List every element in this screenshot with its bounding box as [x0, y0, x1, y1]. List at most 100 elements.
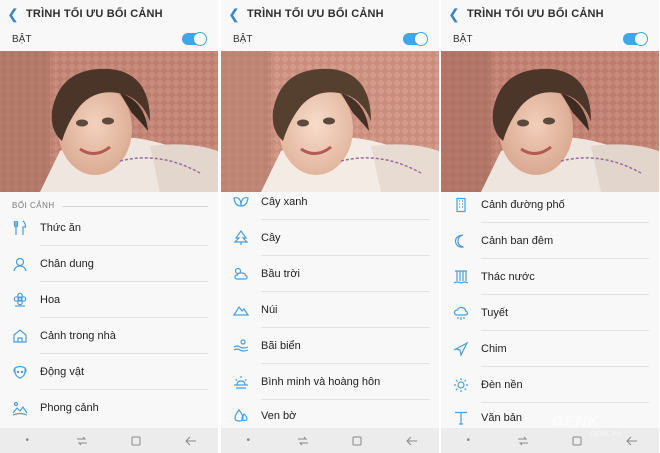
scene-item-sky[interactable]: Bầu trời — [221, 256, 439, 292]
item-label: Thức ăn — [40, 222, 81, 234]
app-header: ❮ TRÌNH TỐI ƯU BỐI CẢNH — [441, 0, 659, 28]
water-drop-icon — [231, 406, 251, 426]
recents-icon[interactable] — [513, 433, 533, 449]
android-nav-bar: • — [0, 428, 218, 453]
switch-knob[interactable] — [634, 32, 648, 46]
scene-item-portrait[interactable]: Chân dung — [0, 246, 218, 282]
item-label: Thác nước — [481, 271, 535, 283]
sky-icon — [231, 264, 251, 284]
item-label: Cây xanh — [261, 196, 308, 208]
section-label: BỐI CẢNH — [12, 201, 55, 210]
android-nav-bar: • — [221, 428, 439, 453]
scene-item-animal[interactable]: Động vật — [0, 354, 218, 390]
tree-icon — [231, 228, 251, 248]
preview-photo — [441, 51, 659, 192]
flower-icon — [10, 290, 30, 310]
item-label: Tuyết — [481, 307, 509, 319]
app-header: ❮ TRÌNH TỐI ƯU BỐI CẢNH — [0, 0, 218, 28]
master-toggle-row[interactable]: BẬT — [0, 28, 218, 50]
scene-item-food[interactable]: Thức ăn — [0, 210, 218, 246]
scene-item-waterfall[interactable]: Thác nước — [441, 259, 659, 295]
switch-knob[interactable] — [414, 32, 428, 46]
item-label: Phong cảnh — [40, 402, 99, 414]
back-arrow-icon[interactable] — [622, 433, 642, 449]
mountain-icon — [231, 300, 251, 320]
person-icon — [10, 254, 30, 274]
moon-icon — [451, 231, 471, 251]
scene-item-night[interactable]: Cảnh ban đêm — [441, 223, 659, 259]
scene-item-landscape[interactable]: Phong cảnh — [0, 390, 218, 426]
item-label: Chân dung — [40, 258, 94, 270]
master-toggle-row[interactable]: BẬT — [221, 28, 439, 50]
item-label: Núi — [261, 304, 278, 316]
recents-icon[interactable] — [293, 433, 313, 449]
section-divider — [62, 206, 208, 207]
item-label: Động vật — [40, 366, 85, 378]
panel-separator — [218, 0, 220, 453]
toggle-label: BẬT — [233, 33, 253, 45]
backlight-icon — [451, 375, 471, 395]
scene-item-tree[interactable]: Cây — [221, 220, 439, 256]
master-toggle-row[interactable]: BẬT — [441, 28, 659, 50]
text-icon — [451, 408, 471, 428]
preview-photo — [0, 51, 218, 192]
on-off-switch[interactable] — [182, 32, 207, 46]
item-label: Cảnh ban đêm — [481, 235, 554, 247]
screen-panel-1: ❮ TRÌNH TỐI ƯU BỐI CẢNH BẬT BỐI CẢNH Thứ… — [0, 0, 218, 453]
home-icon[interactable] — [347, 433, 367, 449]
item-label: Cây — [261, 232, 281, 244]
dog-icon — [10, 362, 30, 382]
page-title: TRÌNH TỐI ƯU BỐI CẢNH — [467, 8, 604, 20]
scene-item-backlight[interactable]: Đèn nền — [441, 367, 659, 403]
item-label: Ven bờ — [261, 410, 297, 422]
scene-item-street[interactable]: Cảnh đường phố — [441, 187, 659, 223]
toggle-label: BẬT — [453, 33, 473, 45]
building-icon — [451, 195, 471, 215]
item-label: Bãi biển — [261, 340, 301, 352]
dot-icon[interactable]: • — [17, 433, 37, 449]
home-icon[interactable] — [567, 433, 587, 449]
scene-item-snow[interactable]: Tuyết — [441, 295, 659, 331]
watermark-logo: GENK — [552, 413, 600, 430]
on-off-switch[interactable] — [403, 32, 428, 46]
dot-icon[interactable]: • — [238, 433, 258, 449]
switch-knob[interactable] — [193, 32, 207, 46]
scene-item-sunrise-sunset[interactable]: Bình minh và hoàng hôn — [221, 364, 439, 400]
back-arrow-icon[interactable] — [402, 433, 422, 449]
page-title: TRÌNH TỐI ƯU BỐI CẢNH — [26, 8, 163, 20]
scene-item-bird[interactable]: Chim — [441, 331, 659, 367]
scene-item-greenery[interactable]: Cây xanh — [221, 184, 439, 220]
item-label: Hoa — [40, 294, 61, 306]
item-label: Văn bản — [481, 412, 522, 424]
item-label: Cảnh đường phố — [481, 199, 565, 211]
scene-item-beach[interactable]: Bãi biển — [221, 328, 439, 364]
house-icon — [10, 326, 30, 346]
screen-panel-2: ❮ TRÌNH TỐI ƯU BỐI CẢNH BẬT Cây xanh Cây… — [221, 0, 439, 453]
preview-photo — [221, 51, 439, 192]
item-label: Bầu trời — [261, 268, 301, 280]
recents-icon[interactable] — [72, 433, 92, 449]
scene-item-mountain[interactable]: Núi — [221, 292, 439, 328]
snow-cloud-icon — [451, 303, 471, 323]
scene-item-indoor[interactable]: Cảnh trong nhà — [0, 318, 218, 354]
waterfall-icon — [451, 267, 471, 287]
scene-item-flower[interactable]: Hoa — [0, 282, 218, 318]
on-off-switch[interactable] — [623, 32, 648, 46]
item-label: Cảnh trong nhà — [40, 330, 116, 342]
page-title: TRÌNH TỐI ƯU BỐI CẢNH — [247, 8, 384, 20]
chevron-left-icon[interactable]: ❮ — [221, 0, 247, 28]
back-arrow-icon[interactable] — [181, 433, 201, 449]
sunrise-icon — [231, 372, 251, 392]
beach-icon — [231, 336, 251, 356]
app-header: ❮ TRÌNH TỐI ƯU BỐI CẢNH — [221, 0, 439, 28]
dot-icon[interactable]: • — [458, 433, 478, 449]
bird-icon — [451, 339, 471, 359]
chevron-left-icon[interactable]: ❮ — [0, 0, 26, 28]
item-label: Đèn nền — [481, 379, 523, 391]
watermark-site: GENK.VN — [590, 431, 622, 438]
chevron-left-icon[interactable]: ❮ — [441, 0, 467, 28]
item-label: Chim — [481, 343, 507, 355]
landscape-icon — [10, 398, 30, 418]
screen-panel-3: ❮ TRÌNH TỐI ƯU BỐI CẢNH BẬT Cảnh đường p… — [441, 0, 659, 453]
home-icon[interactable] — [126, 433, 146, 449]
